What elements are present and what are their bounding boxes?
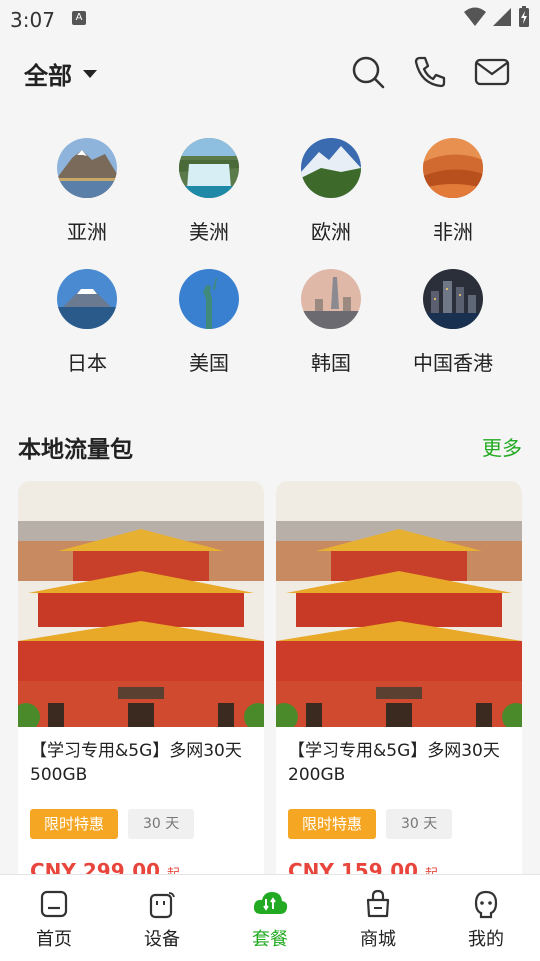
days-badge: 30 天 [386, 809, 453, 839]
notification-icon: A [72, 11, 86, 25]
battery-icon [519, 6, 529, 27]
region-item-africa[interactable]: 非洲 [392, 138, 514, 245]
region-label: 美国 [189, 351, 229, 375]
region-label: 亚洲 [67, 220, 107, 244]
japan-photo [57, 269, 117, 329]
korea-photo [301, 269, 361, 329]
tab-label: 设备 [144, 929, 180, 950]
region-label: 韩国 [311, 351, 351, 375]
tab-home[interactable]: 首页 [0, 875, 108, 961]
status-bar: 3:07 A [0, 0, 540, 36]
hongkong-photo [423, 269, 483, 329]
tab-profile[interactable]: 我的 [432, 875, 540, 961]
tab-label: 我的 [468, 929, 504, 950]
region-label: 中国香港 [413, 351, 493, 375]
product-tags: 限时特惠 30 天 [30, 809, 195, 839]
africa-photo [423, 138, 483, 198]
phone-button[interactable] [412, 54, 448, 90]
bottom-tab-bar: 首页 设备 套餐 商城 我的 [0, 874, 540, 961]
tab-device[interactable]: 设备 [108, 875, 216, 961]
status-icons [464, 6, 530, 28]
search-button[interactable] [350, 54, 386, 90]
search-icon [352, 56, 385, 89]
profile-icon [474, 890, 498, 919]
usa-photo [179, 269, 239, 329]
region-item-europe[interactable]: 欧洲 [270, 138, 392, 245]
product-tags: 限时特惠 30 天 [288, 809, 453, 839]
tab-store[interactable]: 商城 [324, 875, 432, 961]
shopping-bag-icon [366, 889, 390, 918]
header-title: 全部 [24, 62, 72, 90]
tab-label: 商城 [360, 929, 396, 950]
region-item-america[interactable]: 美洲 [148, 138, 270, 245]
forbidden-city-photo [18, 481, 264, 731]
region-label: 欧洲 [311, 220, 351, 244]
phone-icon [414, 56, 446, 88]
product-cards: 【学习专用&5G】多网30天500GB 限时特惠 30 天 CNY 299.00… [18, 481, 522, 901]
region-grid: 亚洲 美洲 欧洲 非洲 日本 美国 韩国 中国香港 [26, 138, 514, 376]
plans-cloud-icon [253, 892, 288, 914]
caret-down-icon [83, 69, 97, 78]
region-item-korea[interactable]: 韩国 [270, 269, 392, 376]
tab-label: 套餐 [252, 929, 288, 950]
home-icon [40, 890, 68, 918]
status-time: 3:07 [10, 8, 55, 32]
more-link[interactable]: 更多 [482, 432, 522, 461]
product-card[interactable]: 【学习专用&5G】多网30天500GB 限时特惠 30 天 CNY 299.00… [18, 481, 264, 901]
message-button[interactable] [474, 54, 510, 90]
mail-icon [474, 58, 510, 86]
header: 全部 [0, 36, 540, 110]
forbidden-city-photo [276, 481, 522, 731]
section-title: 本地流量包 [18, 437, 133, 463]
header-actions [350, 54, 510, 90]
tab-plans[interactable]: 套餐 [216, 875, 324, 961]
region-item-asia[interactable]: 亚洲 [26, 138, 148, 245]
region-item-usa[interactable]: 美国 [148, 269, 270, 376]
region-label: 美洲 [189, 220, 229, 244]
device-icon [149, 892, 175, 919]
signal-icon [493, 8, 511, 26]
product-title: 【学习专用&5G】多网30天200GB [288, 741, 500, 785]
product-title: 【学习专用&5G】多网30天500GB [30, 741, 242, 785]
wifi-icon [464, 7, 486, 26]
region-label: 日本 [67, 351, 107, 375]
region-filter-dropdown[interactable]: 全部 [24, 56, 98, 91]
promo-badge: 限时特惠 [288, 809, 377, 839]
days-badge: 30 天 [128, 809, 195, 839]
region-label: 非洲 [433, 220, 473, 244]
promo-badge: 限时特惠 [30, 809, 119, 839]
europe-photo [301, 138, 361, 198]
asia-photo [57, 138, 117, 198]
region-item-japan[interactable]: 日本 [26, 269, 148, 376]
section-header: 本地流量包 更多 [18, 430, 522, 464]
tab-label: 首页 [36, 929, 72, 950]
product-card[interactable]: 【学习专用&5G】多网30天200GB 限时特惠 30 天 CNY 159.00… [276, 481, 522, 901]
region-item-hongkong[interactable]: 中国香港 [392, 269, 514, 376]
america-photo [179, 138, 239, 198]
